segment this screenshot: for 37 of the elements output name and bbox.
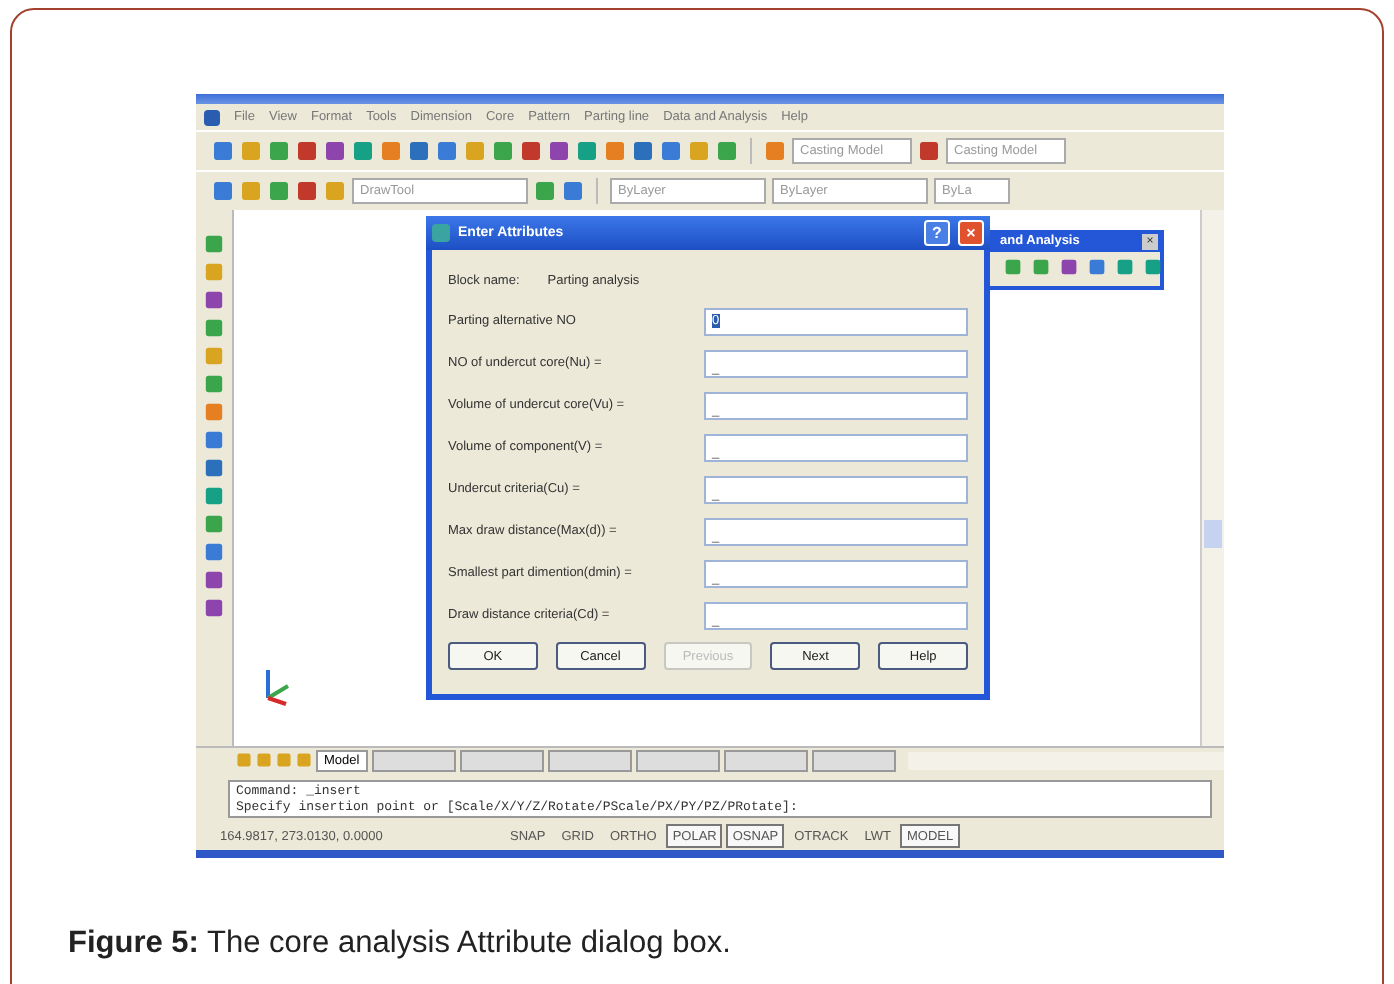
- toolbar-icon[interactable]: [268, 180, 290, 202]
- toolbar-icon[interactable]: [324, 140, 346, 162]
- toolbar-icon[interactable]: [268, 140, 290, 162]
- help-button[interactable]: ?: [924, 220, 950, 246]
- layout-tab[interactable]: [459, 749, 544, 771]
- layout-tab[interactable]: [371, 749, 456, 771]
- layout-tab[interactable]: [635, 749, 720, 771]
- layout-tab[interactable]: [547, 749, 632, 771]
- scrollbar[interactable]: [1200, 210, 1224, 746]
- toolbar-icon[interactable]: [212, 180, 234, 202]
- toolbar-icon[interactable]: [604, 140, 626, 162]
- toolbar-icon[interactable]: [520, 140, 542, 162]
- toolbar-icon[interactable]: [380, 140, 402, 162]
- toolbar-icon[interactable]: [436, 140, 458, 162]
- toolbar-icon[interactable]: [716, 140, 738, 162]
- layout-tab[interactable]: [811, 749, 896, 771]
- toolbar-icon[interactable]: [352, 140, 374, 162]
- close-button[interactable]: ×: [958, 220, 984, 246]
- toolbar-icon[interactable]: [408, 140, 430, 162]
- layout-tab[interactable]: [723, 749, 808, 771]
- toolbar-icon[interactable]: [764, 140, 786, 162]
- toolbar-icon[interactable]: [296, 140, 318, 162]
- toolbar-icon[interactable]: [296, 180, 318, 202]
- toolbar-icon[interactable]: [492, 140, 514, 162]
- app-icon: [204, 109, 220, 125]
- toolbar-icon[interactable]: [212, 140, 234, 162]
- toolbar-icon[interactable]: [576, 140, 598, 162]
- toolbar-icon[interactable]: [632, 140, 654, 162]
- axes-icon: [262, 666, 294, 706]
- scrollbar[interactable]: [907, 751, 1224, 769]
- figure-caption: Figure 5: The core analysis Attribute dialog box.: [68, 926, 731, 962]
- toolbar-icon[interactable]: [562, 180, 584, 202]
- app-icon: [432, 224, 450, 242]
- toolbar-icon[interactable]: [534, 180, 556, 202]
- toolbar-icon[interactable]: [548, 140, 570, 162]
- toolbar-icon[interactable]: [660, 140, 682, 162]
- toolbar-icon[interactable]: [918, 140, 940, 162]
